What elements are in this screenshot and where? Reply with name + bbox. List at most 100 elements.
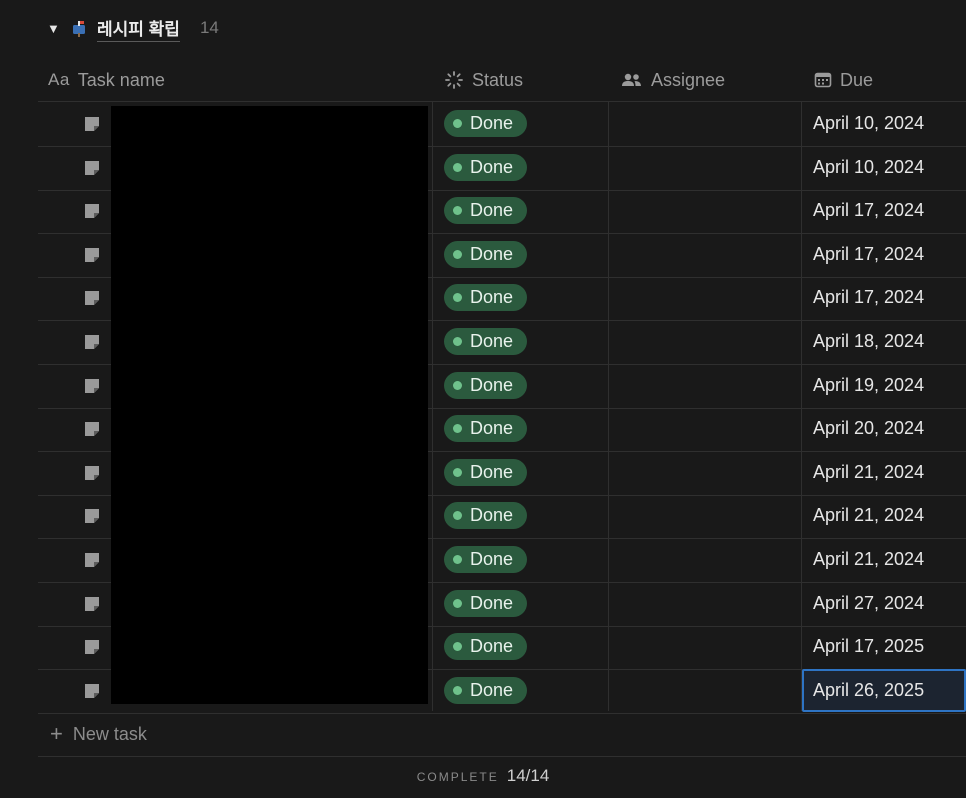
status-dot-icon: [453, 468, 462, 477]
page-icon[interactable]: [83, 682, 101, 700]
assignee-cell[interactable]: [609, 407, 801, 450]
status-badge[interactable]: Done: [444, 415, 527, 442]
due-date-value: April 17, 2024: [813, 244, 925, 264]
page-icon[interactable]: [83, 377, 101, 395]
page-icon[interactable]: [83, 507, 101, 525]
assignee-cell[interactable]: [609, 233, 801, 276]
status-badge[interactable]: Done: [444, 502, 527, 529]
column-header-task-name[interactable]: Aa Task name: [48, 58, 165, 102]
plus-icon: +: [50, 721, 63, 746]
due-date-cell[interactable]: April 18, 2024: [802, 320, 966, 363]
assignee-cell[interactable]: [609, 189, 801, 232]
due-date-cell[interactable]: April 26, 2025: [802, 669, 966, 712]
due-date-value: April 27, 2024: [813, 593, 925, 613]
due-date-cell[interactable]: April 20, 2024: [802, 407, 966, 450]
assignee-cell[interactable]: [609, 320, 801, 363]
status-label: Done: [470, 636, 514, 656]
due-date-value: April 18, 2024: [813, 331, 925, 351]
due-date-value: April 10, 2024: [813, 157, 925, 177]
collapse-caret-icon[interactable]: ▼: [47, 21, 61, 36]
group-header: ▼ 레시피 확립 14: [47, 15, 219, 42]
due-date-cell[interactable]: April 27, 2024: [802, 582, 966, 625]
status-loading-icon: [445, 71, 463, 89]
due-date-cell[interactable]: April 21, 2024: [802, 451, 966, 494]
status-badge[interactable]: Done: [444, 110, 527, 137]
page-icon[interactable]: [83, 420, 101, 438]
status-badge[interactable]: Done: [444, 633, 527, 660]
column-header-assignee[interactable]: Assignee: [621, 58, 725, 102]
assignee-cell[interactable]: [609, 582, 801, 625]
due-date-cell[interactable]: April 10, 2024: [802, 102, 966, 145]
status-label: Done: [470, 113, 514, 133]
assignee-cell[interactable]: [609, 494, 801, 537]
status-badge[interactable]: Done: [444, 154, 527, 181]
assignee-cell[interactable]: [609, 146, 801, 189]
due-date-value: April 21, 2024: [813, 505, 925, 525]
due-date-cell[interactable]: April 17, 2025: [802, 625, 966, 668]
status-label: Done: [470, 287, 514, 307]
status-dot-icon: [453, 163, 462, 172]
page-icon[interactable]: [83, 202, 101, 220]
due-date-value: April 17, 2024: [813, 287, 925, 307]
status-label: Done: [470, 244, 514, 264]
due-date-cell[interactable]: April 19, 2024: [802, 364, 966, 407]
page-icon[interactable]: [83, 289, 101, 307]
group-title[interactable]: 레시피 확립: [97, 15, 180, 42]
column-header-status[interactable]: Status: [444, 58, 523, 102]
page-icon[interactable]: [83, 551, 101, 569]
assignee-cell[interactable]: [609, 451, 801, 494]
status-badge[interactable]: Done: [444, 677, 527, 704]
status-label: Done: [470, 331, 514, 351]
assignee-cell[interactable]: [609, 669, 801, 712]
status-label: Done: [470, 680, 514, 700]
due-date-cell[interactable]: April 21, 2024: [802, 494, 966, 537]
status-badge[interactable]: Done: [444, 459, 527, 486]
column-label-assignee: Assignee: [651, 69, 726, 90]
page-icon[interactable]: [83, 246, 101, 264]
status-badge[interactable]: Done: [444, 328, 527, 355]
status-dot-icon: [453, 381, 462, 390]
due-date-cell[interactable]: April 17, 2024: [802, 189, 966, 232]
status-badge[interactable]: Done: [444, 197, 527, 224]
redacted-task-names: [111, 106, 428, 704]
status-label: Done: [470, 375, 514, 395]
assignee-cell[interactable]: [609, 276, 801, 319]
due-date-cell[interactable]: April 17, 2024: [802, 233, 966, 276]
status-badge[interactable]: Done: [444, 546, 527, 573]
page-icon[interactable]: [83, 638, 101, 656]
assignee-cell[interactable]: [609, 364, 801, 407]
status-dot-icon: [453, 293, 462, 302]
page-icon[interactable]: [83, 595, 101, 613]
due-date-cell[interactable]: April 21, 2024: [802, 538, 966, 581]
due-date-value: April 20, 2024: [813, 418, 925, 438]
status-label: Done: [470, 157, 514, 177]
status-badge[interactable]: Done: [444, 590, 527, 617]
column-header-due[interactable]: Due: [814, 58, 873, 102]
mailbox-icon: [73, 21, 85, 37]
status-dot-icon: [453, 119, 462, 128]
new-task-label: New task: [72, 723, 147, 744]
status-badge[interactable]: Done: [444, 241, 527, 268]
status-dot-icon: [453, 555, 462, 564]
status-label: Done: [470, 462, 514, 482]
assignee-cell[interactable]: [609, 625, 801, 668]
due-date-cell[interactable]: April 10, 2024: [802, 146, 966, 189]
page-icon[interactable]: [83, 159, 101, 177]
row-divider: [38, 713, 966, 714]
assignee-cell[interactable]: [609, 538, 801, 581]
due-date-value: April 26, 2025: [813, 680, 925, 700]
page-icon[interactable]: [83, 115, 101, 133]
assignee-cell[interactable]: [609, 102, 801, 145]
page-icon[interactable]: [83, 333, 101, 351]
due-date-value: April 10, 2024: [813, 113, 925, 133]
group-count: 14: [199, 18, 219, 37]
due-date-cell[interactable]: April 17, 2024: [802, 276, 966, 319]
complete-value: 14/14: [506, 766, 550, 785]
people-icon: [622, 73, 641, 86]
status-badge[interactable]: Done: [444, 372, 527, 399]
page-icon[interactable]: [83, 464, 101, 482]
new-task-button[interactable]: + New task: [50, 721, 147, 747]
text-type-icon: Aa: [48, 70, 70, 89]
status-dot-icon: [453, 337, 462, 346]
status-badge[interactable]: Done: [444, 284, 527, 311]
